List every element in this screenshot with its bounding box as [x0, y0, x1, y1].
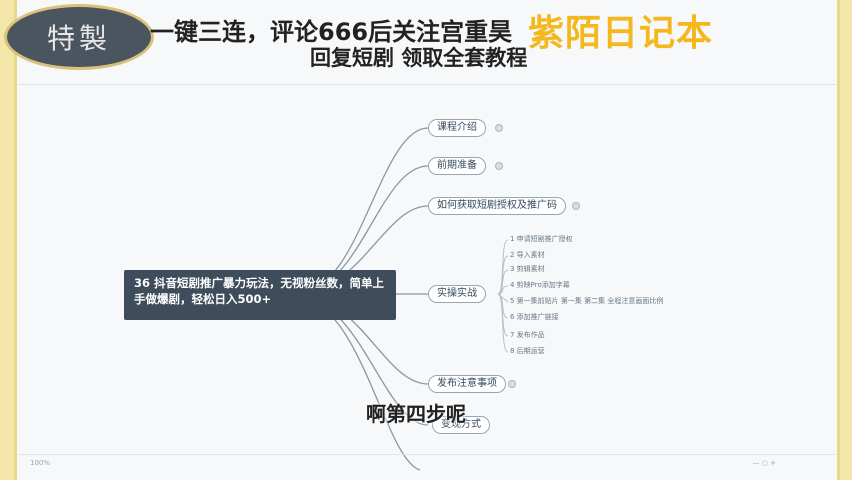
branch-practice[interactable]: 实操实战 — [428, 285, 486, 303]
brand-watermark: 紫陌日记本 — [528, 13, 714, 54]
subitem-3[interactable]: 3 剪辑素材 — [510, 264, 545, 275]
subtitle-caption: 啊第四步呢 — [366, 402, 466, 426]
subitem-7[interactable]: 7 发布作品 — [510, 330, 545, 341]
subitem-6[interactable]: 6 添加推广链接 — [510, 312, 559, 323]
subitem-5[interactable]: 5 第一集前贴片 第一集 第二集 全程注意画面比例 — [510, 296, 663, 307]
branch-course-intro[interactable]: 课程介绍 — [428, 119, 486, 137]
subline-text: 回复短剧 领取全套教程 — [310, 46, 528, 70]
subitem-1[interactable]: 1 申请短剧推广授权 — [510, 234, 573, 245]
branch-get-authorization[interactable]: 如何获取短剧授权及推广码 — [428, 197, 566, 215]
subitem-2[interactable]: 2 导入素材 — [510, 250, 545, 261]
branch-publish-notes[interactable]: 发布注意事项 — [428, 375, 506, 393]
collapse-toggle[interactable] — [495, 162, 503, 170]
subitem-8[interactable]: 8 后期运营 — [510, 346, 545, 357]
status-bar: 100% — ○ + — [18, 454, 836, 475]
subitem-4[interactable]: 4 剪映Pro添加字幕 — [510, 280, 570, 291]
collapse-toggle[interactable] — [572, 202, 580, 210]
special-badge: 特製 — [4, 4, 154, 70]
toolbar-divider — [18, 84, 836, 85]
branch-preparation[interactable]: 前期准备 — [428, 157, 486, 175]
collapse-toggle[interactable] — [495, 124, 503, 132]
zoom-controls[interactable]: — ○ + — [753, 459, 776, 467]
collapse-toggle[interactable] — [508, 380, 516, 388]
central-topic[interactable]: 36 抖音短剧推广暴力玩法，无视粉丝数，简单上手做爆剧，轻松日入500+ — [124, 270, 396, 320]
zoom-level: 100% — [30, 459, 51, 467]
